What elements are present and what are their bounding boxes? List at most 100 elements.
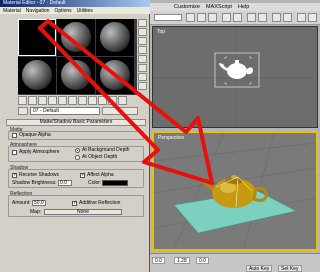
sample-slot-4[interactable] <box>18 57 56 94</box>
menu-options[interactable]: Options <box>54 8 71 14</box>
shadow-brightness-spinner[interactable]: 0.0 <box>58 180 72 186</box>
material-type-button[interactable] <box>102 107 138 115</box>
max-menubar: Customize MAXScript Help <box>150 3 320 11</box>
menu-utilities[interactable]: Utilities <box>77 8 93 14</box>
shadow-color-swatch[interactable] <box>102 180 128 186</box>
toolbar-button[interactable] <box>233 13 242 22</box>
sample-sphere <box>61 22 91 52</box>
reflection-map-label: Map: <box>30 209 42 215</box>
video-color-check-button[interactable] <box>138 55 147 63</box>
put-to-scene-button[interactable] <box>28 96 37 105</box>
put-to-library-button[interactable] <box>78 96 87 105</box>
set-key-button[interactable]: Set Key <box>278 265 302 272</box>
make-unique-button[interactable] <box>68 96 77 105</box>
additive-reflection-checkbox[interactable] <box>72 200 77 206</box>
shadow-color-label: Color: <box>88 180 102 186</box>
apply-atmosphere-checkbox[interactable] <box>12 150 17 155</box>
max-toolbar <box>150 11 320 25</box>
get-material-button[interactable] <box>18 96 27 105</box>
toolbar-button[interactable] <box>186 13 195 22</box>
opaque-alpha-checkbox[interactable] <box>12 133 17 138</box>
select-by-material-button[interactable] <box>138 82 147 90</box>
viewport-top-scene <box>153 27 317 127</box>
selection-filter-dropdown[interactable] <box>154 14 182 21</box>
receive-shadows-label: Receive Shadows <box>19 172 60 178</box>
affect-alpha-label: Affect Alpha <box>87 172 114 178</box>
menu-maxscript[interactable]: MAXScript <box>206 3 232 11</box>
status-bar: 0.0 1.28 0.0 Auto Key Set Key <box>150 253 320 272</box>
viewport-perspective-label[interactable]: Perspective <box>158 135 184 141</box>
reflection-amount-label: Amount: <box>12 200 31 206</box>
show-end-result-button[interactable] <box>108 96 117 105</box>
make-copy-button[interactable] <box>58 96 67 105</box>
reset-map-button[interactable] <box>48 96 57 105</box>
viewport-top-label[interactable]: Top <box>157 29 165 35</box>
reflection-amount-spinner[interactable]: 50.0 <box>32 200 46 206</box>
backlight-button[interactable] <box>138 28 147 36</box>
viewport-top[interactable]: Top <box>152 26 318 128</box>
menu-navigation[interactable]: Navigation <box>26 8 50 14</box>
toolbar-button[interactable] <box>222 13 231 22</box>
shadow-brightness-label: Shadow Brightness: <box>12 180 57 186</box>
teapot-top-view <box>219 60 253 79</box>
toolbar-button[interactable] <box>208 13 217 22</box>
material-editor-window: Material Editor - 07 - Default Material … <box>0 0 150 272</box>
coord-x-field[interactable]: 0.0 <box>152 257 165 264</box>
toolbar-button[interactable] <box>272 13 281 22</box>
pick-material-icon[interactable] <box>18 107 28 115</box>
sample-sphere <box>61 60 91 90</box>
at-background-depth-label: At Background Depth <box>82 147 130 153</box>
make-preview-button[interactable] <box>138 64 147 72</box>
show-map-button[interactable] <box>98 96 107 105</box>
sample-slot-2[interactable] <box>57 19 95 56</box>
toolbar-button[interactable] <box>247 13 256 22</box>
at-background-depth-radio[interactable] <box>75 148 80 153</box>
additive-reflection-label: Additive Reflection <box>79 200 121 206</box>
viewport-perspective[interactable]: Perspective <box>152 131 318 251</box>
material-name-row: 07 - Default <box>18 107 144 115</box>
sample-type-button[interactable] <box>138 19 147 27</box>
sample-slot-grid <box>18 19 137 95</box>
material-editor-title: Material Editor - 07 - Default <box>3 0 66 6</box>
coord-y-field[interactable]: 1.28 <box>174 257 190 264</box>
reflection-map-button[interactable]: None <box>44 209 122 215</box>
menu-material[interactable]: Material <box>3 8 21 14</box>
auto-key-button[interactable]: Auto Key <box>246 265 273 272</box>
sample-slot-6[interactable] <box>96 57 134 94</box>
material-editor-menubar: Material Navigation Options Utilities <box>0 7 150 14</box>
opaque-alpha-label: Opaque Alpha <box>19 132 51 138</box>
sample-slot-3[interactable] <box>96 19 134 56</box>
sample-sphere <box>22 60 52 90</box>
toolbar-button[interactable] <box>258 13 267 22</box>
at-object-depth-label: At Object Depth <box>82 154 118 160</box>
max-main-window: Customize MAXScript Help Top Perspective… <box>150 0 320 272</box>
sample-side-toolbar <box>138 19 147 95</box>
rollout-header[interactable]: Matte/Shadow Basic Parameters <box>6 119 146 126</box>
viewport-perspective-scene <box>154 133 316 249</box>
toolbar-button[interactable] <box>197 13 206 22</box>
toolbar-button[interactable] <box>308 13 317 22</box>
menu-help[interactable]: Help <box>238 3 249 11</box>
receive-shadows-checkbox[interactable] <box>12 172 17 178</box>
at-object-depth-radio[interactable] <box>75 155 80 160</box>
material-editor-titlebar[interactable]: Material Editor - 07 - Default <box>0 0 150 7</box>
go-to-parent-button[interactable] <box>118 96 127 105</box>
sample-slot-1[interactable] <box>18 19 56 56</box>
sample-sphere <box>100 60 130 90</box>
affect-alpha-checkbox[interactable] <box>80 172 85 178</box>
coord-z-field[interactable]: 0.0 <box>196 257 209 264</box>
material-toolbar <box>18 96 137 105</box>
assign-to-selection-button[interactable] <box>38 96 47 105</box>
sample-slot-5[interactable] <box>57 57 95 94</box>
background-button[interactable] <box>138 37 147 45</box>
toolbar-button[interactable] <box>297 13 306 22</box>
material-name-field[interactable]: 07 - Default <box>30 107 100 115</box>
sample-sphere <box>100 22 130 52</box>
screen: Customize MAXScript Help Top Perspective… <box>0 0 320 272</box>
uv-tiling-button[interactable] <box>138 46 147 54</box>
toolbar-button[interactable] <box>283 13 292 22</box>
options-button[interactable] <box>138 73 147 81</box>
material-id-button[interactable] <box>88 96 97 105</box>
menu-customize[interactable]: Customize <box>174 3 200 11</box>
apply-atmosphere-label: Apply Atmosphere <box>19 149 60 155</box>
